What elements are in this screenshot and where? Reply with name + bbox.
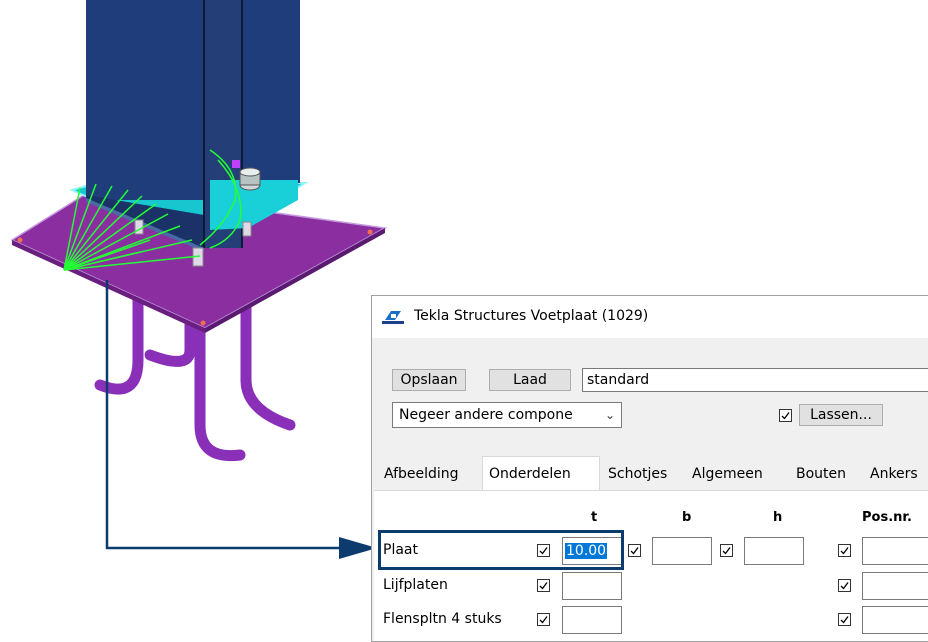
plaat-b-input[interactable]	[652, 537, 712, 565]
tab-strip: Afbeelding Onderdelen Schotjes Algemeen …	[372, 454, 928, 491]
lijfplaten-posnr-checkbox[interactable]	[838, 579, 851, 592]
row-label-flenspltn: Flenspltn 4 stuks	[383, 611, 502, 627]
lijfplaten-t-checkbox[interactable]	[537, 579, 550, 592]
tekla-app-icon	[382, 311, 404, 324]
column-header-h: h	[773, 510, 783, 525]
plaat-posnr-input[interactable]	[862, 537, 928, 565]
flenspltn-t-input[interactable]	[562, 606, 622, 634]
column-header-t: t	[591, 510, 598, 525]
column-header-posnr: Pos.nr.	[862, 510, 912, 525]
column-header-b: b	[682, 510, 692, 525]
row-label-lijfplaten: Lijfplaten	[383, 577, 448, 593]
flenspltn-posnr-input[interactable]	[862, 606, 928, 634]
voetplaat-dialog: Tekla Structures Voetplaat (1029) Opslaa…	[371, 295, 928, 642]
welds-checkbox[interactable]	[779, 409, 792, 422]
tab-afbeelding[interactable]: Afbeelding	[378, 460, 465, 489]
ignore-components-select[interactable]: Negeer andere compone ⌄	[392, 402, 622, 428]
flenspltn-t-checkbox[interactable]	[537, 613, 550, 626]
lijfplaten-t-input[interactable]	[562, 572, 622, 600]
flenspltn-posnr-checkbox[interactable]	[838, 613, 851, 626]
plaat-b-checkbox[interactable]	[628, 544, 641, 557]
plaat-posnr-checkbox[interactable]	[838, 544, 851, 557]
dialog-title: Tekla Structures Voetplaat (1029)	[414, 308, 649, 324]
tab-ankers[interactable]: Ankers	[864, 460, 924, 489]
save-button[interactable]: Opslaan	[392, 369, 466, 391]
plaat-h-checkbox[interactable]	[720, 544, 733, 557]
plaat-row-highlight	[378, 530, 624, 570]
save-as-input[interactable]: standard	[582, 368, 928, 392]
ignore-components-value: Negeer andere compone	[399, 407, 573, 423]
title-bar: Tekla Structures Voetplaat (1029)	[372, 296, 928, 338]
tab-algemeen[interactable]: Algemeen	[686, 460, 769, 489]
tab-onderdelen[interactable]: Onderdelen	[482, 456, 600, 491]
tab-schotjes[interactable]: Schotjes	[602, 460, 673, 489]
chevron-down-icon: ⌄	[604, 408, 615, 422]
lijfplaten-posnr-input[interactable]	[862, 572, 928, 600]
load-button[interactable]: Laad	[489, 369, 571, 391]
welds-button[interactable]: Lassen...	[799, 404, 883, 426]
plaat-h-input[interactable]	[744, 537, 804, 565]
tab-bouten[interactable]: Bouten	[790, 460, 852, 489]
